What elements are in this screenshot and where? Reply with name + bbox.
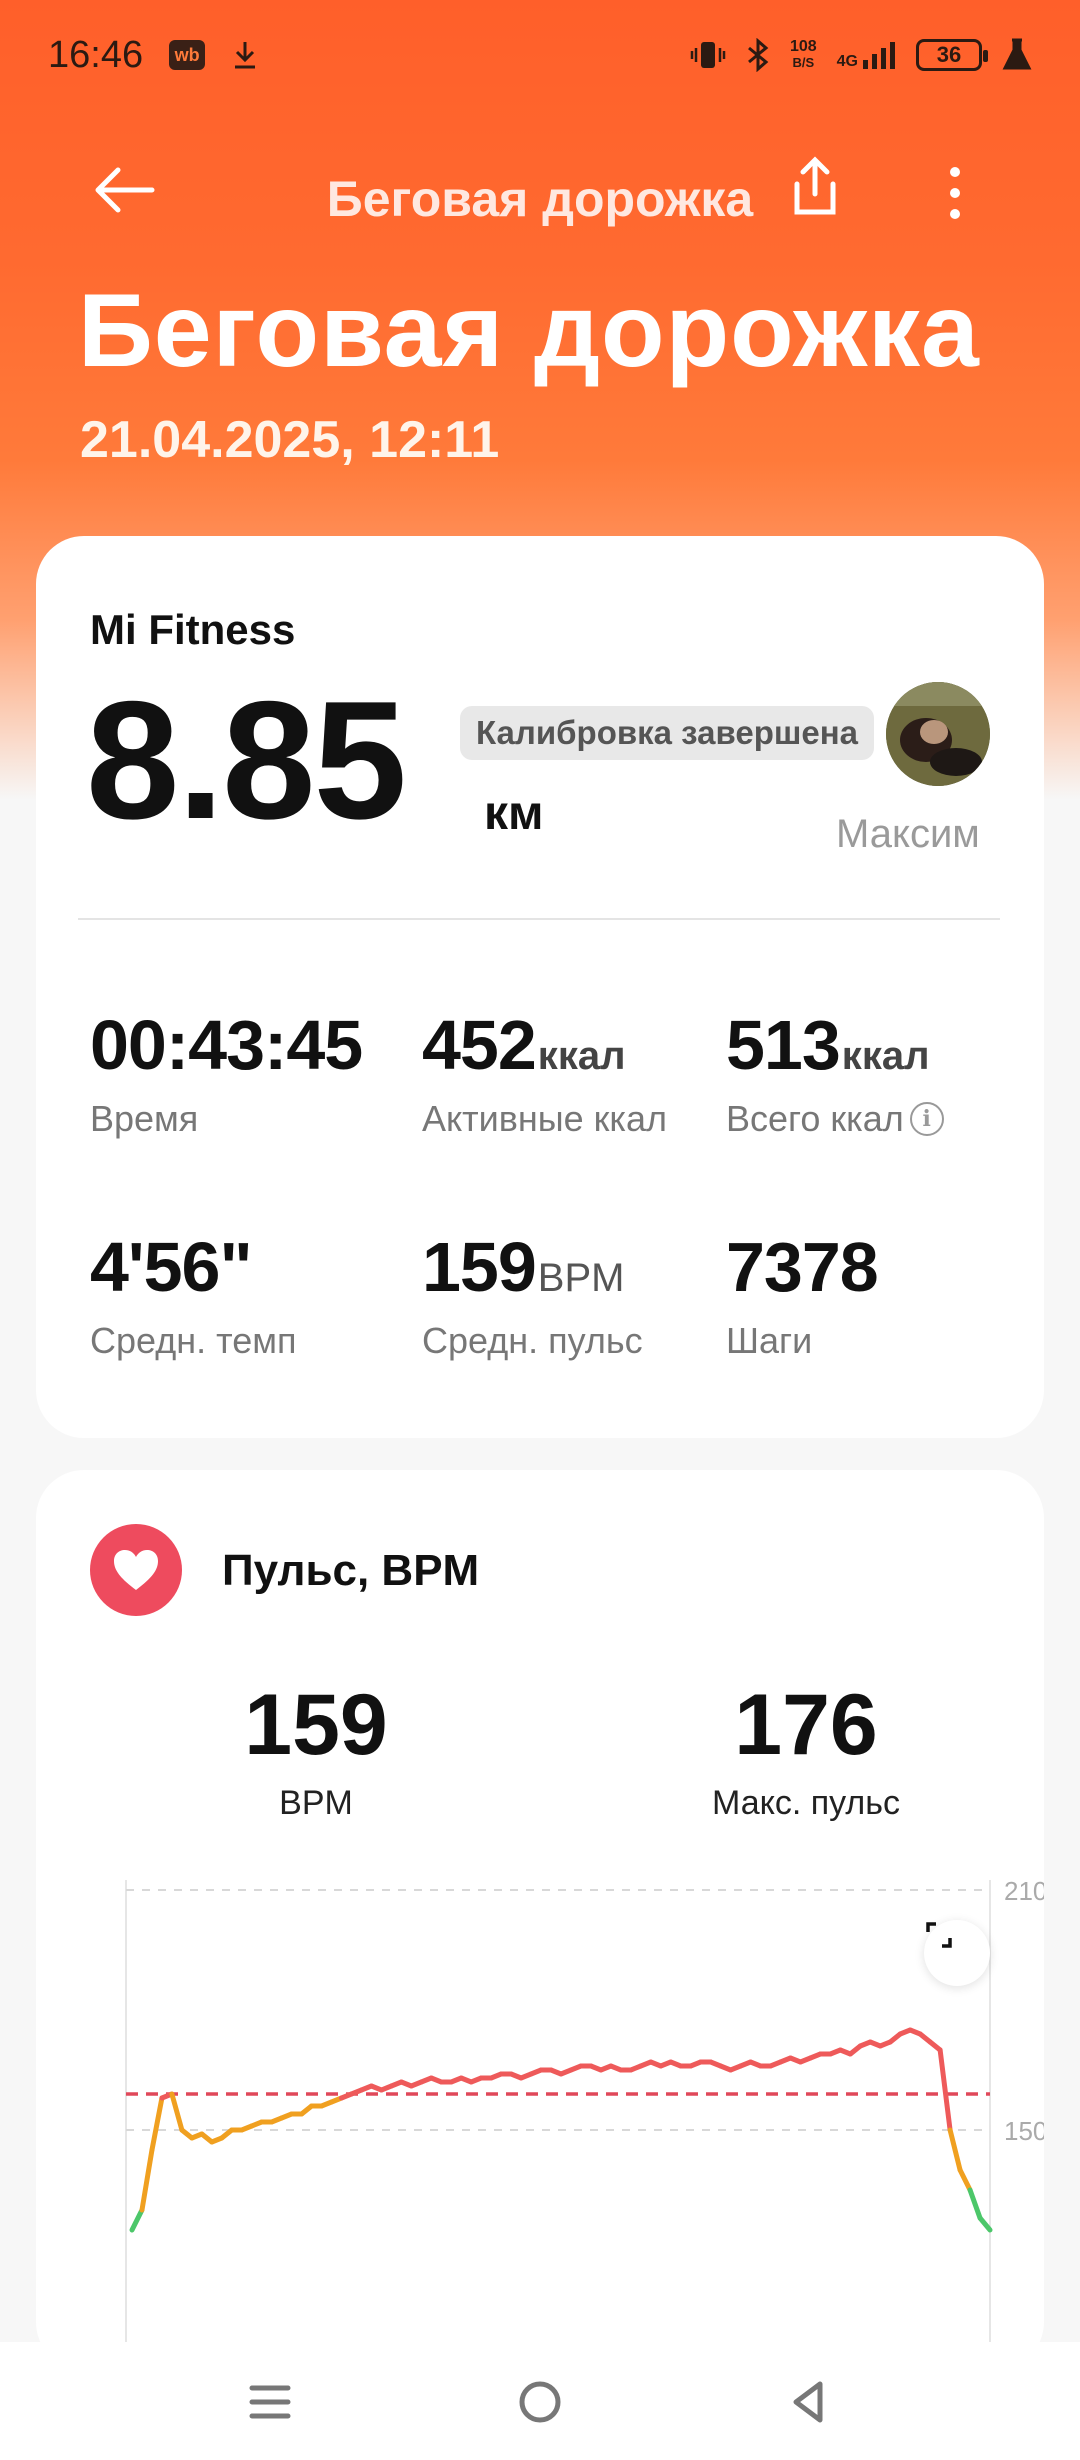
toolbar-title: Беговая дорожка [326, 171, 754, 227]
heart-rate-segment [937, 2047, 953, 2133]
y-tick-label: 150 [1004, 2116, 1044, 2146]
stat-total-kcal: 513ккал Всего ккал i [726, 1010, 944, 1140]
heart-rate-chart-svg: 21015090 [125, 1880, 1044, 2370]
avatar-image [886, 682, 990, 786]
home-icon[interactable] [510, 2372, 570, 2432]
distance-unit: км [484, 787, 544, 840]
heart-rate-segment [947, 2127, 963, 2173]
stat-duration: 00:43:45 Время [90, 1006, 363, 1139]
heart-rate-segment [139, 2147, 155, 2213]
lab-flask-icon [1002, 38, 1032, 70]
divider [78, 918, 1000, 920]
calibration-badge: Калибровка завершена [460, 706, 874, 760]
menu-icon[interactable] [240, 2372, 300, 2432]
user-name: Максим [836, 812, 980, 856]
info-icon[interactable]: i [909, 1102, 944, 1136]
toolbar: Беговая дорожка [0, 130, 1080, 250]
stat-avg-pulse: 159BPM Средн. пульс [422, 1228, 643, 1361]
bluetooth-icon [747, 38, 769, 72]
pulse-average: 159 BPM [244, 1677, 388, 1822]
stat-avg-pace: 4'56" Средн. темп [90, 1228, 297, 1361]
download-icon [235, 42, 256, 69]
net-speed: 108 B/S [789, 38, 817, 71]
heart-rate-segment [149, 2095, 165, 2153]
heart-icon [114, 1550, 158, 1590]
stat-steps: 7378 Шаги [726, 1228, 879, 1361]
wildberries-notification-icon: wb [169, 40, 206, 70]
source-app-label: Mi Fitness [90, 606, 296, 653]
avatar[interactable] [886, 682, 990, 786]
status-time: 16:46 [48, 33, 144, 76]
status-bar: 16:46 wb 108 B/S 4G 36 [0, 0, 1080, 110]
back-triangle-icon[interactable] [780, 2372, 840, 2432]
workout-date: 21.04.2025, 12:11 [80, 411, 500, 469]
heart-rate-segment [169, 2091, 185, 2133]
heart-rate-segment [967, 2187, 983, 2221]
y-tick-label: 210 [1004, 1880, 1044, 1906]
battery-indicator: 36 [916, 39, 988, 71]
signal-indicator: 4G [837, 40, 896, 70]
share-icon[interactable] [785, 152, 845, 222]
pulse-max: 176 Макс. пульс [712, 1677, 900, 1822]
expand-chart-button[interactable] [924, 1920, 990, 1986]
more-options-icon[interactable] [940, 158, 970, 228]
heart-rate-segment [129, 2207, 145, 2233]
pulse-card[interactable]: Пульс, BPM 159 BPM 176 Макс. пульс 210 15… [36, 1470, 1044, 2370]
vibrate-icon [690, 42, 726, 68]
heart-rate-segment [977, 2215, 993, 2233]
summary-card: Mi Fitness 8.85 км Калибровка завершена … [36, 536, 1044, 1438]
signal-bars-icon [863, 42, 895, 69]
system-nav-bar [0, 2342, 1080, 2460]
expand-icon [926, 1922, 952, 1948]
distance-value: 8.85 [86, 666, 407, 854]
pulse-title: Пульс, BPM [222, 1546, 480, 1595]
heart-rate-segment [957, 2167, 973, 2193]
stat-active-kcal: 452ккал Активные ккал [422, 1006, 667, 1139]
heart-badge [90, 1524, 182, 1616]
workout-title: Беговая дорожка [78, 273, 980, 389]
heart-rate-chart[interactable]: 21015090 [84, 1880, 1044, 2370]
